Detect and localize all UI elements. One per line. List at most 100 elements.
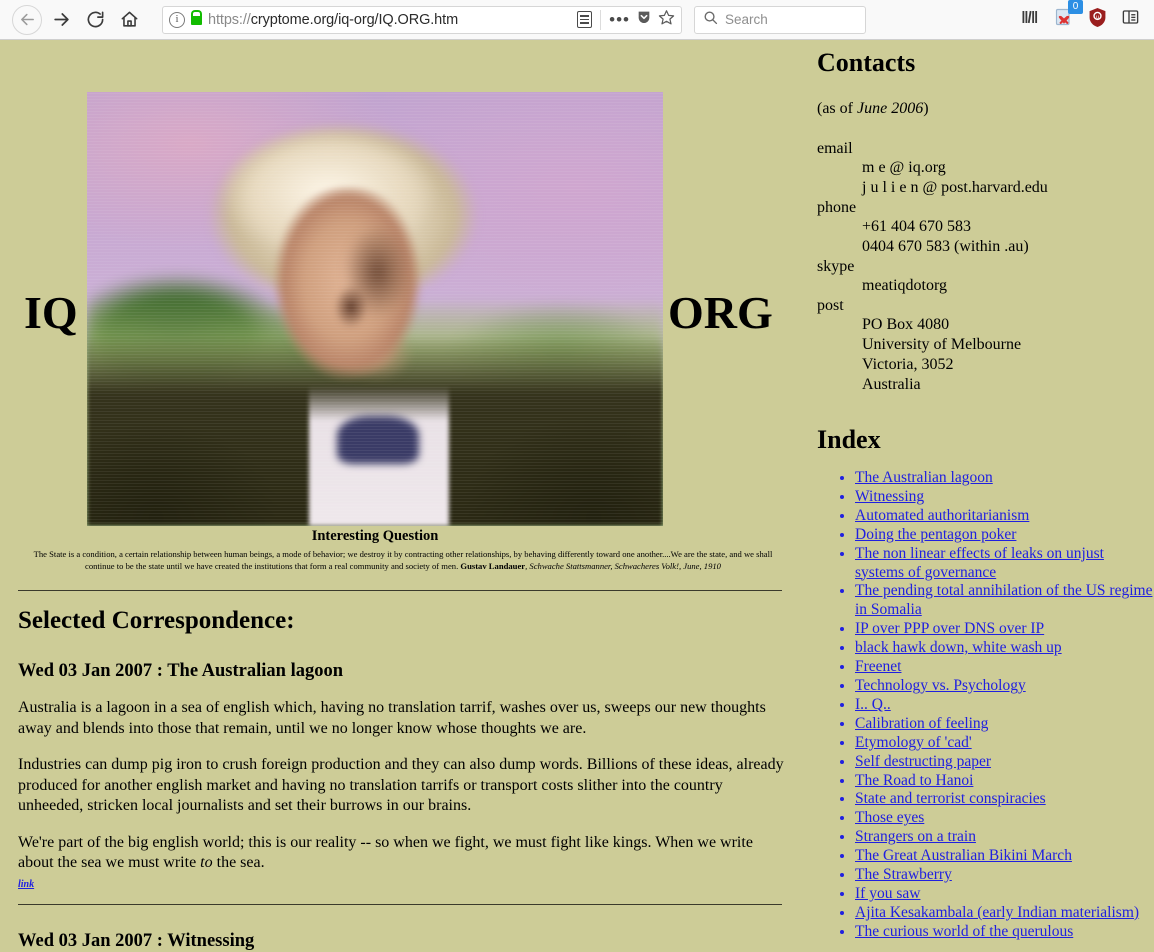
url-text[interactable]: https://cryptome.org/iq-org/IQ.ORG.htm <box>208 12 571 28</box>
toolbar-divider <box>600 9 602 30</box>
portrait-photo <box>87 92 663 526</box>
list-item: Those eyes <box>855 809 1154 828</box>
index-list: The Australian lagoon Witnessing Automated… <box>805 469 1154 942</box>
index-link[interactable]: The non linear effects of leaks on unjus… <box>855 545 1104 581</box>
address-bar[interactable]: i https://cryptome.org/iq-org/IQ.ORG.htm… <box>162 5 682 34</box>
list-item: The Strawberry <box>855 866 1154 885</box>
list-item: The non linear effects of leaks on unjus… <box>855 545 1154 583</box>
paragraph-emphasis: to <box>200 854 213 871</box>
page-actions-icon[interactable]: ••• <box>609 11 630 28</box>
contact-label: skype <box>817 258 855 275</box>
search-bar[interactable]: Search <box>694 5 866 34</box>
page-info-icon[interactable]: i <box>169 11 185 28</box>
contact-value: University of Melbourne <box>862 336 1022 353</box>
list-item: The pending total annihilation of the US… <box>855 582 1154 620</box>
contact-value: Victoria, 3052 <box>862 356 954 373</box>
index-link[interactable]: Self destructing paper <box>855 753 991 770</box>
contact-group-phone: phone +61 404 670 583 0404 670 583 (with… <box>817 199 1154 257</box>
library-icon[interactable] <box>1020 8 1040 31</box>
forward-arrow-icon <box>52 10 71 29</box>
pocket-icon[interactable] <box>636 9 652 30</box>
index-link[interactable]: The Road to Hanoi <box>855 772 973 789</box>
contacts-as-of: (as of June 2006) <box>817 100 1154 118</box>
section-divider <box>18 590 782 591</box>
index-link[interactable]: The Australian lagoon <box>855 469 993 486</box>
list-item: Ajita Kesakambala (early Indian material… <box>855 904 1154 923</box>
search-input-placeholder[interactable]: Search <box>725 12 768 27</box>
epigraph-quote: The State is a condition, a certain rela… <box>18 548 788 572</box>
index-link[interactable]: If you saw <box>855 885 920 902</box>
search-icon <box>703 10 718 30</box>
entry-paragraph: Australia is a lagoon in a sea of englis… <box>18 699 766 737</box>
list-item: The Great Australian Bikini March <box>855 847 1154 866</box>
contact-group-skype: skype meatiqdotorg <box>817 258 1154 296</box>
entry-paragraph: Industries can dump pig iron to crush fo… <box>18 756 784 814</box>
reload-icon <box>86 10 105 29</box>
as-of-suffix: ) <box>923 100 929 117</box>
index-link[interactable]: Doing the pentagon poker <box>855 526 1016 543</box>
contact-label: phone <box>817 199 857 216</box>
index-link[interactable]: The curious world of the querulous <box>855 923 1073 940</box>
entry-permalink[interactable]: link <box>18 879 34 890</box>
list-item: Automated authoritarianism <box>855 507 1154 526</box>
index-link[interactable]: Automated authoritarianism <box>855 507 1029 524</box>
index-link[interactable]: Etymology of 'cad' <box>855 734 972 751</box>
back-button[interactable] <box>10 4 44 35</box>
sidebar-icon[interactable] <box>1121 8 1140 31</box>
index-link[interactable]: Ajita Kesakambala (early Indian material… <box>855 904 1139 921</box>
contact-value: PO Box 4080 <box>862 316 950 333</box>
list-item: Technology vs. Psychology <box>855 677 1154 696</box>
list-item: The Australian lagoon <box>855 469 1154 488</box>
list-item: Doing the pentagon poker <box>855 526 1154 545</box>
list-item: Calibration of feeling <box>855 715 1154 734</box>
browser-toolbar: i https://cryptome.org/iq-org/IQ.ORG.htm… <box>0 0 1154 40</box>
contact-value: +61 404 670 583 <box>862 218 972 235</box>
reload-button[interactable] <box>78 5 112 35</box>
home-button[interactable] <box>112 5 146 35</box>
section-divider <box>18 903 782 905</box>
index-link[interactable]: The pending total annihilation of the US… <box>855 582 1152 618</box>
index-link[interactable]: The Strawberry <box>855 866 952 883</box>
list-item: Witnessing <box>855 488 1154 507</box>
index-link[interactable]: I.. Q.. <box>855 696 891 713</box>
forward-button[interactable] <box>44 5 78 35</box>
index-link[interactable]: Those eyes <box>855 809 924 826</box>
index-link[interactable]: black hawk down, white wash up <box>855 639 1062 656</box>
entry-title: Wed 03 Jan 2007 : The Australian lagoon <box>18 661 344 681</box>
downloads-badge: 0 <box>1068 0 1083 14</box>
ublock-origin-icon[interactable]: u <box>1088 7 1107 33</box>
index-link[interactable]: Witnessing <box>855 488 924 505</box>
index-link[interactable]: State and terrorist conspiracies <box>855 790 1046 807</box>
banner-word-right: ORG <box>668 287 773 338</box>
index-link[interactable]: The Great Australian Bikini March <box>855 847 1072 864</box>
list-item: I.. Q.. <box>855 696 1154 715</box>
contact-label: post <box>817 297 844 314</box>
entry-paragraph: We're part of the big english world; thi… <box>18 833 784 874</box>
list-item: The Road to Hanoi <box>855 772 1154 791</box>
bookmark-star-icon[interactable] <box>658 9 675 31</box>
reader-view-icon[interactable] <box>577 11 593 28</box>
contact-value: j u l i e n @ post.harvard.edu <box>862 179 1048 196</box>
index-link[interactable]: Strangers on a train <box>855 828 976 845</box>
contacts-heading: Contacts <box>817 48 916 77</box>
https-lock-icon[interactable] <box>191 10 202 25</box>
site-banner: IQ ORG Interesting Question <box>0 40 800 544</box>
contact-value: Australia <box>862 376 921 393</box>
paragraph-text-post: the sea. <box>212 854 265 871</box>
svg-text:u: u <box>1096 14 1099 20</box>
contact-value: 0404 670 583 (within .au) <box>862 238 1029 255</box>
quote-author: Gustav Landauer <box>460 561 526 571</box>
index-heading: Index <box>817 425 881 454</box>
list-item: black hawk down, white wash up <box>855 639 1154 658</box>
index-link[interactable]: Technology vs. Psychology <box>855 677 1026 694</box>
index-link[interactable]: Freenet <box>855 658 901 675</box>
home-icon <box>120 10 139 29</box>
contact-group-email: email m e @ iq.org j u l i e n @ post.ha… <box>817 140 1154 198</box>
photo-caption: Interesting Question <box>311 528 439 544</box>
downloads-button[interactable]: 0 <box>1054 0 1083 32</box>
web-page-content: IQ ORG Interesting Question The State is… <box>0 40 1154 951</box>
index-link[interactable]: IP over PPP over DNS over IP <box>855 620 1044 637</box>
index-link[interactable]: Calibration of feeling <box>855 715 988 732</box>
back-arrow-icon <box>12 4 42 35</box>
list-item: Freenet <box>855 658 1154 677</box>
